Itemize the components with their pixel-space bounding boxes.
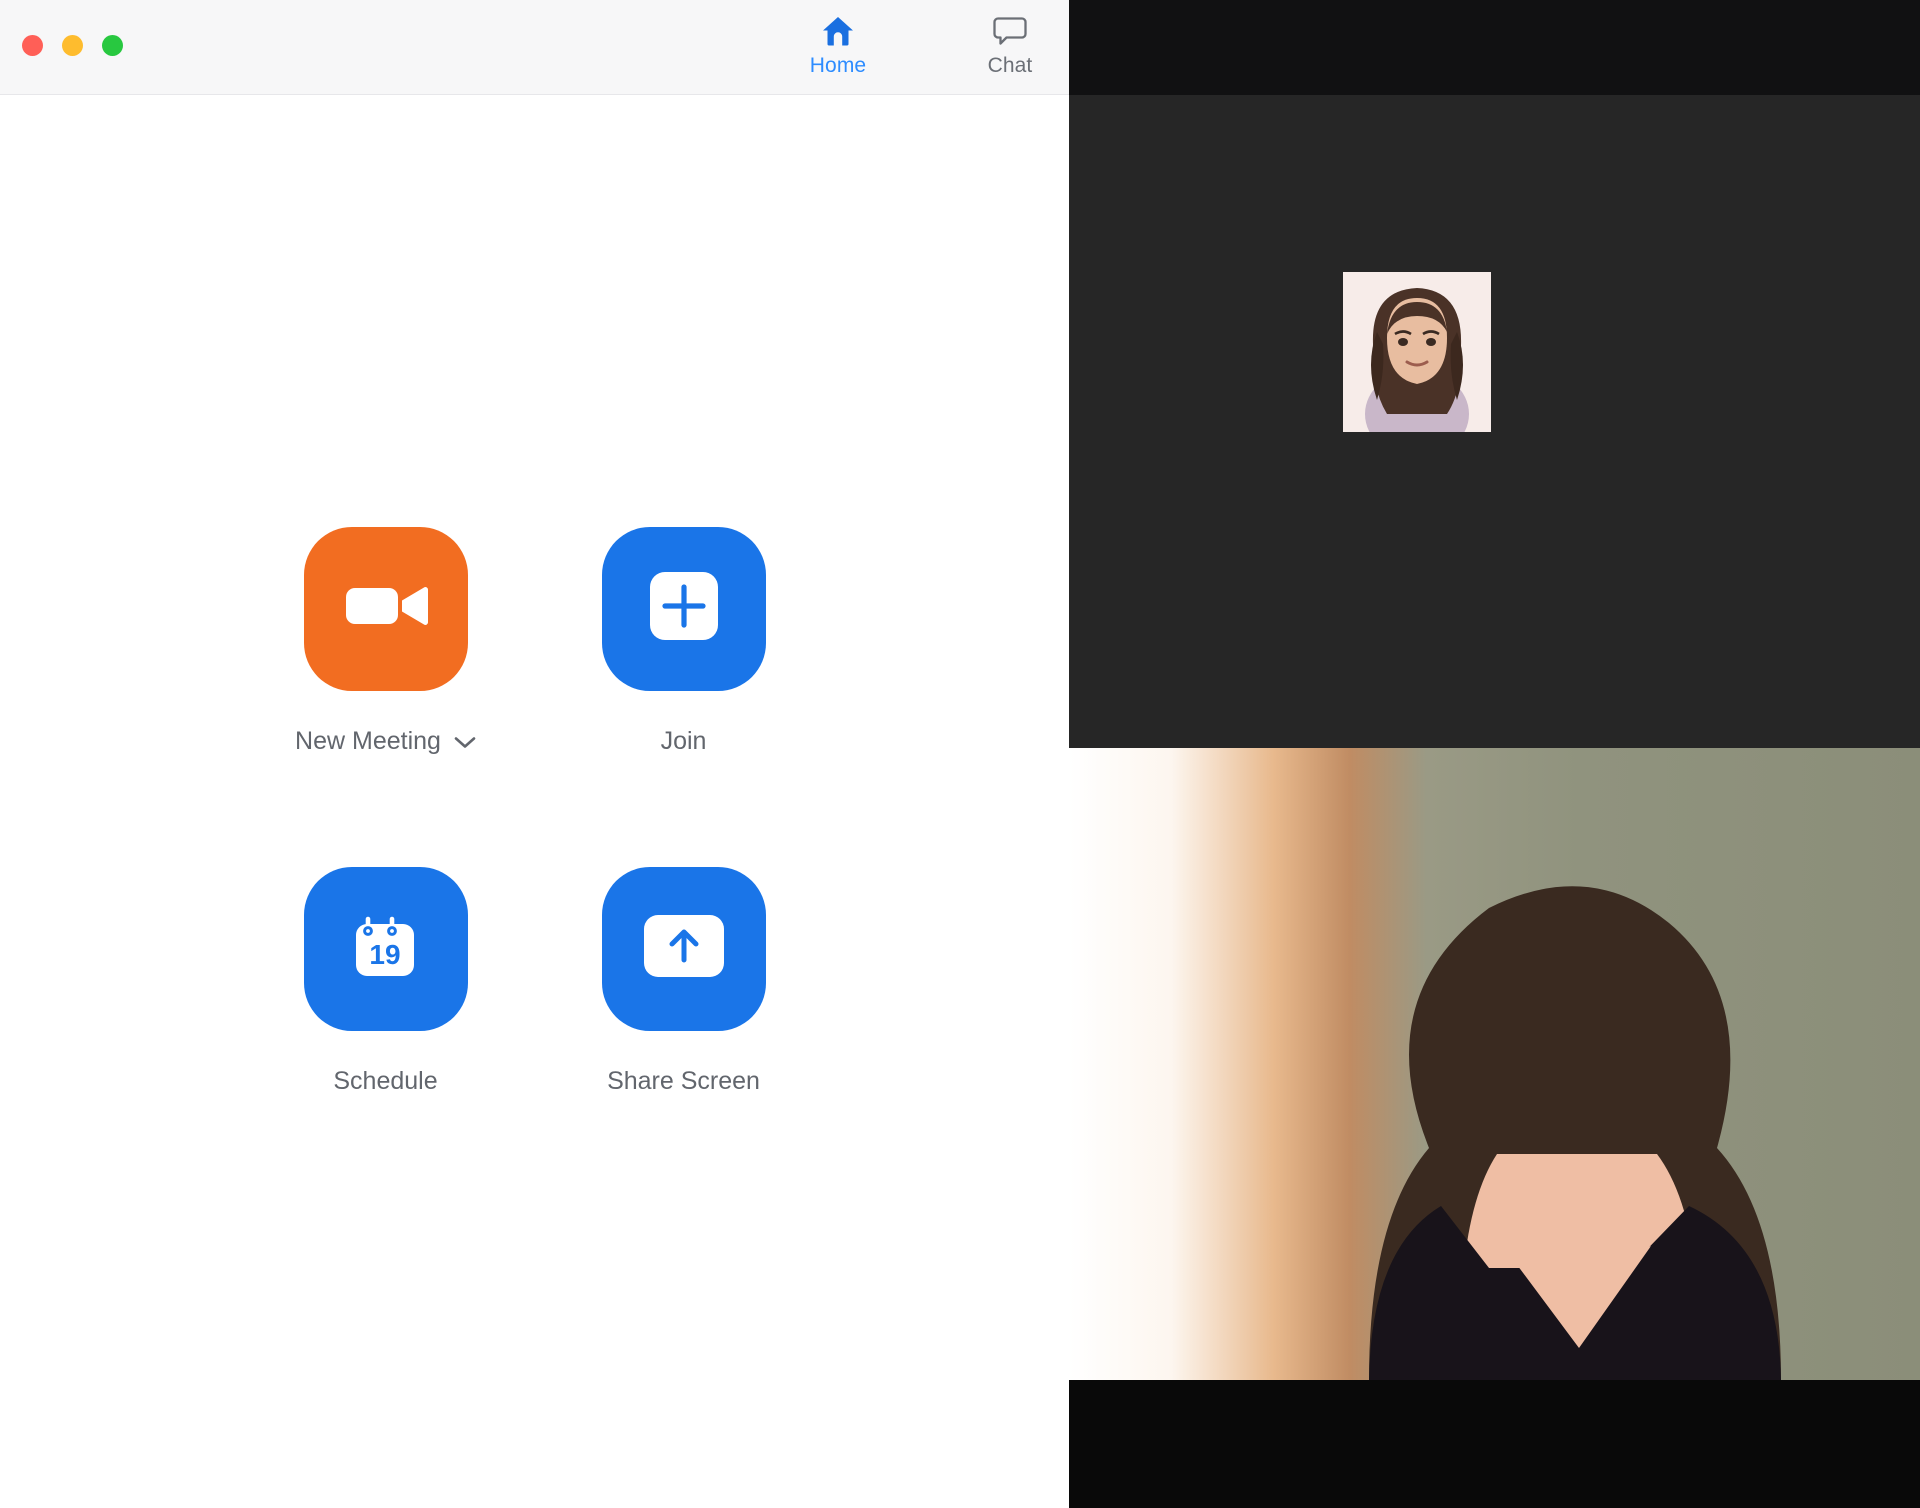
calendar-icon: 19 [346, 906, 426, 991]
schedule-label: Schedule [333, 1067, 437, 1096]
speaker-video-frame [1069, 748, 1920, 1380]
zoom-desktop-window: Home Chat [0, 0, 1069, 1508]
tab-home[interactable]: Home [790, 10, 886, 78]
calendar-day-number: 19 [369, 939, 400, 970]
join-label: Join [661, 727, 707, 756]
share-screen-label: Share Screen [607, 1067, 760, 1096]
schedule-tile[interactable]: 19 [304, 867, 468, 1031]
chat-bubble-icon [993, 10, 1027, 50]
home-icon [821, 10, 855, 50]
new-meeting-label: New Meeting [295, 727, 441, 756]
meeting-window-topbar [1069, 0, 1920, 95]
avatar [1343, 272, 1491, 432]
plus-icon [647, 569, 721, 648]
video-gallery-area [1069, 95, 1920, 748]
chevron-down-icon[interactable] [454, 727, 476, 756]
tab-chat-label: Chat [988, 54, 1033, 78]
tab-home-label: Home [810, 54, 866, 78]
maximize-window-button[interactable] [102, 35, 123, 56]
traffic-light-buttons [22, 35, 123, 56]
self-view-thumbnail[interactable] [1343, 272, 1491, 432]
zoom-meeting-video-panel: Mute My Audio Stop Video Pin Hide Self V… [1069, 0, 1920, 1508]
app-root: Home Chat [0, 0, 1920, 1508]
schedule-label-row: Schedule [333, 1067, 437, 1096]
home-action-grid: New Meeting [0, 95, 1069, 1508]
schedule-button[interactable]: 19 Schedule [237, 867, 535, 1099]
share-screen-button[interactable]: Share Screen [535, 867, 833, 1099]
share-screen-tile[interactable] [602, 867, 766, 1031]
join-label-row: Join [661, 727, 707, 756]
join-tile[interactable] [602, 527, 766, 691]
video-camera-icon [344, 579, 428, 638]
join-button[interactable]: Join [535, 527, 833, 759]
window-titlebar: Home Chat [0, 0, 1069, 95]
active-speaker-video[interactable]: Mute My Audio Stop Video Pin Hide Self V… [1069, 748, 1920, 1380]
minimize-window-button[interactable] [62, 35, 83, 56]
new-meeting-label-row: New Meeting [295, 727, 476, 756]
new-meeting-button[interactable]: New Meeting [237, 527, 535, 759]
meeting-window-bottombar [1069, 1380, 1920, 1508]
new-meeting-tile[interactable] [304, 527, 468, 691]
tab-chat[interactable]: Chat [962, 10, 1058, 78]
top-nav-tabs: Home Chat [790, 10, 1058, 78]
share-screen-label-row: Share Screen [607, 1067, 760, 1096]
arrow-up-icon [641, 912, 727, 985]
close-window-button[interactable] [22, 35, 43, 56]
